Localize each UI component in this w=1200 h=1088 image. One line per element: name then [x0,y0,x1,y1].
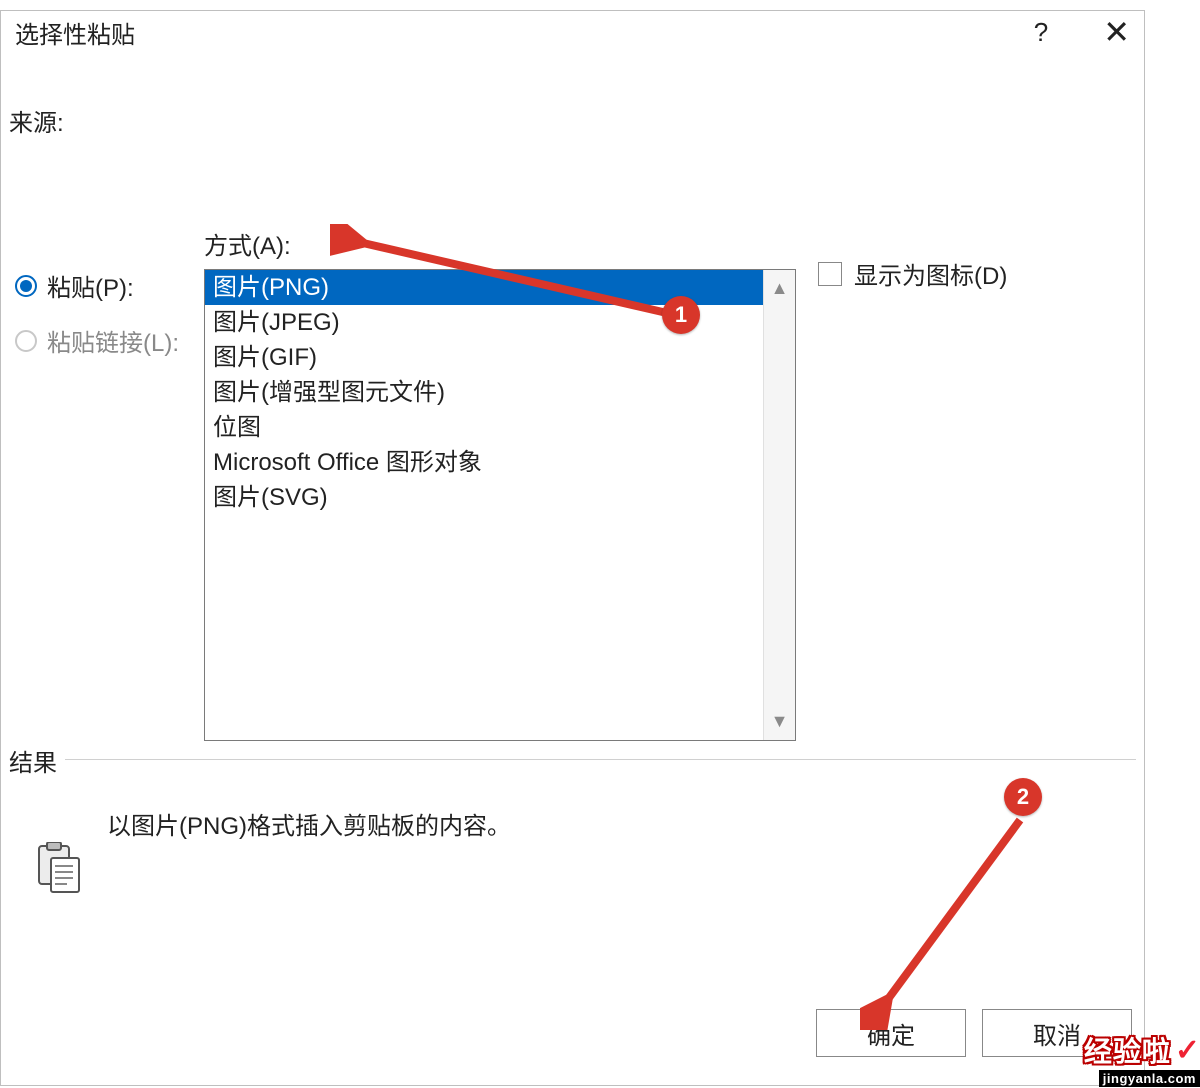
annotation-marker-2: 2 [1004,778,1042,816]
titlebar-controls: ? ✕ [1034,16,1130,48]
paste-special-dialog: 选择性粘贴 ? ✕ 来源: 粘贴(P): 粘贴链接(L): 方式(A): [0,10,1145,1086]
radio-paste-label: 粘贴(P): [47,268,134,303]
source-label: 来源: [9,103,1138,138]
scroll-down-icon[interactable]: ▼ [771,711,789,732]
watermark: 经验啦 ✓ jingyanla.com [1084,1030,1200,1088]
list-item[interactable]: 图片(GIF) [205,340,763,375]
dialog-body: 来源: 粘贴(P): 粘贴链接(L): 方式(A): 图片(PNG) [1,53,1144,741]
result-section: 结果 以图片(PNG)格式插入剪贴板的内容。 [9,743,1136,894]
list-items: 图片(PNG) 图片(JPEG) 图片(GIF) 图片(增强型图元文件) 位图 … [205,270,763,740]
divider [65,759,1136,760]
ok-button[interactable]: 确定 [816,1009,966,1057]
watermark-brand: 经验啦 [1084,1030,1171,1070]
radio-paste-link: 粘贴链接(L): [15,323,204,358]
main-row: 粘贴(P): 粘贴链接(L): 方式(A): 图片(PNG) 图片(JPEG) … [9,226,1138,741]
dialog-title: 选择性粘贴 [15,15,135,50]
annotation-marker-1: 1 [662,296,700,334]
help-button[interactable]: ? [1034,17,1048,48]
scroll-up-icon[interactable]: ▲ [771,278,789,299]
clipboard-icon [33,842,85,894]
listbox-scrollbar[interactable]: ▲ ▼ [763,270,795,740]
watermark-url: jingyanla.com [1099,1070,1200,1087]
options-column: 显示为图标(D) [796,226,1007,291]
radio-indicator-icon [15,275,37,297]
list-item[interactable]: 图片(增强型图元文件) [205,375,763,410]
paste-mode-column: 粘贴(P): 粘贴链接(L): [9,226,204,378]
watermark-check-icon: ✓ [1175,1033,1200,1068]
radio-paste[interactable]: 粘贴(P): [15,268,204,303]
result-title: 结果 [9,743,1136,778]
result-text: 以图片(PNG)格式插入剪贴板的内容。 [107,806,511,841]
result-body: 以图片(PNG)格式插入剪贴板的内容。 [9,806,1136,894]
format-label: 方式(A): [204,226,796,261]
list-item[interactable]: Microsoft Office 图形对象 [205,445,763,480]
show-as-icon-checkbox[interactable]: 显示为图标(D) [818,256,1007,291]
format-listbox[interactable]: 图片(PNG) 图片(JPEG) 图片(GIF) 图片(增强型图元文件) 位图 … [204,269,796,741]
list-item[interactable]: 位图 [205,410,763,445]
title-bar: 选择性粘贴 ? ✕ [1,11,1144,53]
format-column: 方式(A): 图片(PNG) 图片(JPEG) 图片(GIF) 图片(增强型图元… [204,226,796,741]
show-as-icon-label: 显示为图标(D) [854,256,1007,291]
radio-paste-link-label: 粘贴链接(L): [47,323,179,358]
list-item[interactable]: 图片(SVG) [205,480,763,515]
checkbox-icon [818,262,842,286]
close-button[interactable]: ✕ [1103,16,1130,48]
radio-indicator-icon [15,330,37,352]
